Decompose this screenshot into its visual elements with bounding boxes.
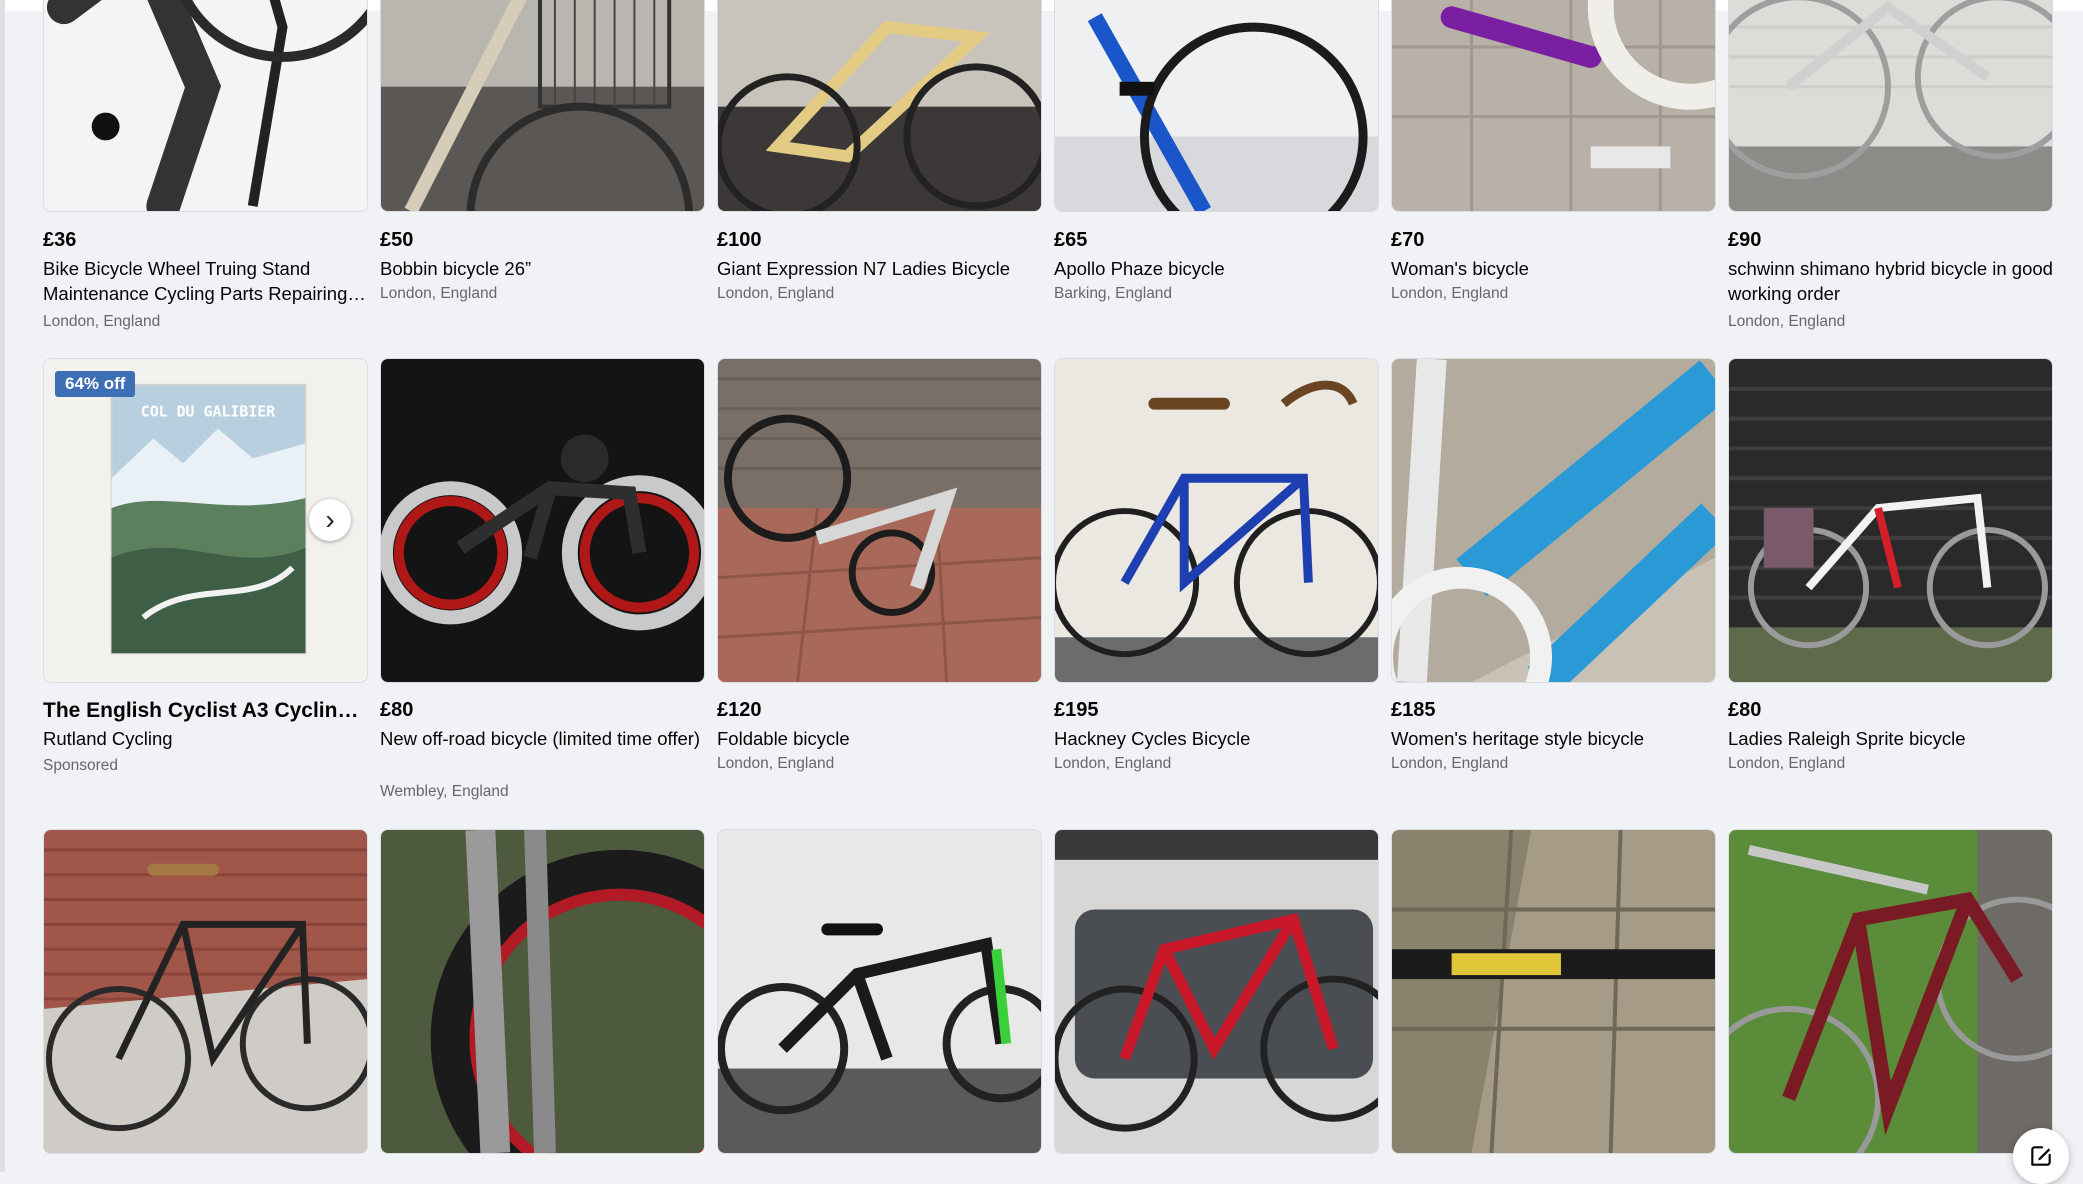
listing-photo[interactable] [1054, 0, 1379, 212]
listing-photo[interactable] [1054, 829, 1379, 1154]
listing-photo[interactable] [1728, 829, 2053, 1154]
listing-title[interactable]: Woman's bicycle [1391, 256, 1716, 281]
listing-title[interactable]: Giant Expression N7 Ladies Bicycle [717, 256, 1042, 281]
listing-title[interactable]: New off-road bicycle (limited time offer… [380, 726, 705, 751]
listing-photo[interactable] [1391, 358, 1716, 683]
listing-photo[interactable] [717, 0, 1042, 212]
listing-price: £65 [1054, 229, 1088, 251]
listing-title[interactable]: Hackney Cycles Bicycle [1054, 726, 1379, 751]
listing-price: £120 [717, 699, 762, 721]
sponsored-advertiser[interactable]: Rutland Cycling [43, 726, 368, 751]
poster-text: COL DU GALIBIER [141, 403, 276, 421]
left-border [0, 0, 5, 1172]
listing-location: London, England [1391, 755, 1509, 772]
listing-location: London, England [1391, 285, 1509, 302]
listing-price: £80 [1728, 699, 1762, 721]
listing-photo[interactable] [1391, 829, 1716, 1154]
listing-title[interactable]: Apollo Phaze bicycle [1054, 256, 1379, 281]
listing-photo[interactable] [1054, 358, 1379, 683]
sponsored-label: Sponsored [43, 757, 118, 774]
listing-price: £36 [43, 229, 77, 251]
listing-photo[interactable] [43, 0, 368, 212]
listing-price: £90 [1728, 229, 1762, 251]
discount-badge: 64% off [55, 371, 136, 397]
listing-photo[interactable] [717, 829, 1042, 1154]
listing-title[interactable]: Foldable bicycle [717, 726, 1042, 751]
listing-price: £80 [380, 699, 414, 721]
listing-price: £185 [1391, 699, 1436, 721]
listing-location: Wembley, England [380, 783, 509, 800]
listing-photo[interactable] [43, 829, 368, 1154]
listing-location: London, England [717, 755, 835, 772]
listing-title[interactable]: Bike Bicycle Wheel Truing Stand Maintena… [43, 256, 368, 306]
listing-photo[interactable] [1728, 0, 2053, 212]
listing-location: London, England [1728, 313, 1846, 330]
listing-title[interactable]: Ladies Raleigh Sprite bicycle [1728, 726, 2053, 751]
chevron-right-icon[interactable]: › [309, 499, 351, 541]
listing-location: London, England [1728, 755, 1846, 772]
listing-price: £70 [1391, 229, 1425, 251]
listing-location: London, England [43, 313, 161, 330]
listing-photo[interactable] [717, 358, 1042, 683]
listing-location: London, England [380, 285, 498, 302]
listing-price: £195 [1054, 699, 1099, 721]
listing-photo[interactable] [380, 358, 705, 683]
sponsored-photo[interactable]: COL DU GALIBIER 64% off › [43, 358, 368, 683]
listing-title[interactable]: Women's heritage style bicycle [1391, 726, 1716, 751]
listing-price: £50 [380, 229, 414, 251]
listing-location: London, England [1054, 755, 1172, 772]
listing-photo[interactable] [1391, 0, 1716, 212]
sponsored-title[interactable]: The English Cyclist A3 Cycling T... [43, 698, 366, 724]
listing-photo[interactable] [380, 0, 705, 212]
listing-location: London, England [717, 285, 835, 302]
listing-location: Barking, England [1054, 285, 1173, 302]
listing-price: £100 [717, 229, 762, 251]
marketplace-grid: £36 Bike Bicycle Wheel Truing Stand Main… [43, 0, 2053, 1172]
listing-title[interactable]: schwinn shimano hybrid bicycle in good w… [1728, 256, 2053, 306]
listing-photo[interactable] [380, 829, 705, 1154]
listing-photo[interactable] [1728, 358, 2053, 683]
compose-icon[interactable] [2013, 1128, 2069, 1184]
listing-title[interactable]: Bobbin bicycle 26” [380, 256, 705, 281]
